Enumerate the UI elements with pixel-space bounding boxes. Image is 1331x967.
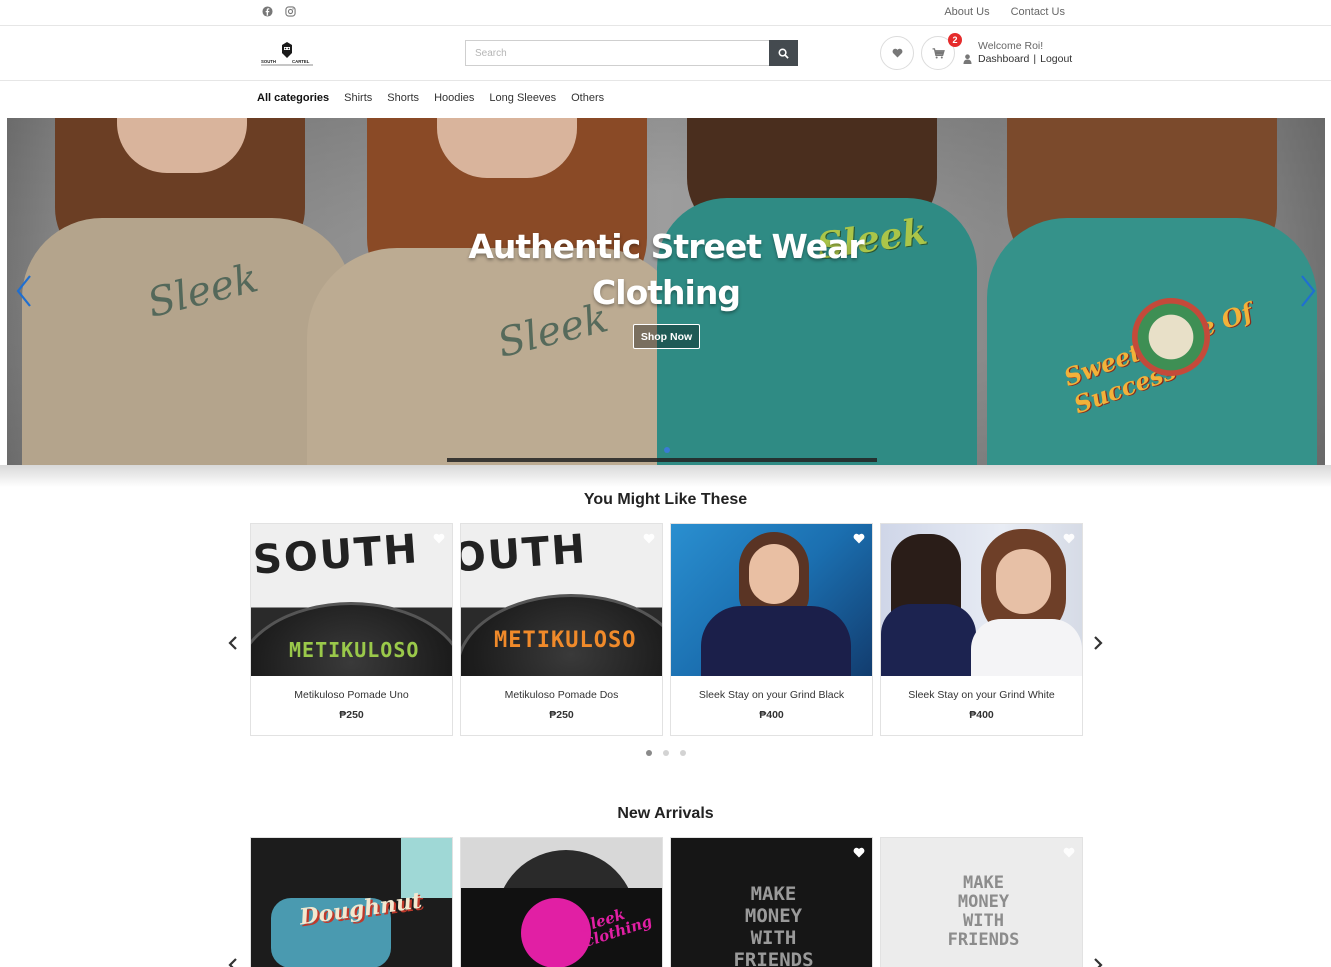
svg-text:SOUTH: SOUTH [261,59,276,64]
category-hoodies[interactable]: Hoodies [434,92,474,104]
product-card[interactable]: Sleek Stay on your Grind White ₱400 [880,523,1083,736]
shop-now-button[interactable]: Shop Now [633,324,700,349]
product-card[interactable]: MAKE MONEY WITH FRIENDS [670,837,873,967]
contact-us-link[interactable]: Contact Us [1011,6,1065,18]
hero-carousel: Sleek Sleek Sleek Sweet Taste Of Success… [7,118,1325,465]
dashboard-link[interactable]: Dashboard [978,53,1029,65]
product-card[interactable]: MAKE MONEY WITH FRIENDS [880,837,1083,967]
product-price: ₱400 [759,709,784,721]
product-name: Metikuloso Pomade Dos [504,689,619,701]
about-us-link[interactable]: About Us [944,6,989,18]
cart-icon [932,47,945,59]
category-shirts[interactable]: Shirts [344,92,372,104]
hero-title-line-1: Authentic Street Wear [468,227,864,266]
heart-icon[interactable] [433,533,445,544]
product-label-text: METIKULOSO [494,628,637,653]
product-label-text: METIKULOSO [289,638,420,662]
product-image: SOUTH METIKULOSO [251,524,452,676]
category-shorts[interactable]: Shorts [387,92,419,104]
social-links [262,6,296,17]
heart-icon [892,48,902,58]
heart-icon[interactable] [643,533,655,544]
product-name: Sleek Stay on your Grind White [908,689,1055,701]
new-arrivals-title: New Arrivals [617,805,714,822]
wishlist-button[interactable] [880,36,914,70]
hero-next-arrow[interactable] [1298,274,1318,308]
hero-shadow [0,465,1331,487]
site-header: SOUTH CARTEL 2 Welcome Roi! Dashboard | … [0,26,1331,81]
brand-logo[interactable]: SOUTH CARTEL [260,42,314,66]
heart-icon[interactable] [853,533,865,544]
product-price: ₱400 [969,709,994,721]
top-bar: About Us Contact Us [0,0,1331,26]
product-price: ₱250 [549,709,574,721]
product-name: Sleek Stay on your Grind Black [698,689,845,701]
product-image: Doughnut [251,838,452,967]
product-price: ₱250 [339,709,364,721]
svg-text:CARTEL: CARTEL [292,59,310,64]
heart-icon[interactable] [1063,533,1075,544]
category-nav: All categories Shirts Shorts Hoodies Lon… [257,92,604,104]
product-name: Metikuloso Pomade Uno [294,689,409,701]
product-print-text: MAKE MONEY WITH FRIENDS [733,883,814,967]
facebook-icon[interactable] [262,6,273,17]
cart-count-badge: 2 [948,33,962,47]
product-image [671,524,872,676]
hero-title-line-2: Clothing [592,273,741,312]
search-button[interactable] [769,40,798,66]
product-card[interactable]: SOUTH METIKULOSO Metikuloso Pomade Dos ₱… [460,523,663,736]
product-card[interactable]: SOUTH METIKULOSO Metikuloso Pomade Uno ₱… [250,523,453,736]
pagination-dot[interactable] [646,750,652,756]
welcome-text: Welcome Roi! [978,40,1044,52]
might-like-next-arrow[interactable] [1092,636,1104,650]
hero-title: Authentic Street Wear Clothing [7,224,1325,316]
search-icon [778,48,789,59]
product-print-text: MAKE MONEY WITH FRIENDS [947,873,1020,950]
heart-icon[interactable] [1063,847,1075,858]
hero-prev-arrow[interactable] [14,274,34,308]
link-separator: | [1033,53,1037,65]
product-image: MAKE MONEY WITH FRIENDS [671,838,872,967]
user-icon [963,54,972,64]
category-all[interactable]: All categories [257,92,329,104]
new-arrivals-prev-arrow[interactable] [227,958,239,967]
hero-slide-indicator[interactable] [664,447,670,453]
product-card[interactable]: Sleek clothing [460,837,663,967]
might-like-prev-arrow[interactable] [227,636,239,650]
product-card[interactable]: Doughnut [250,837,453,967]
pagination-dot[interactable] [663,750,669,756]
might-like-pagination [646,750,686,756]
product-image: SOUTH METIKULOSO [461,524,662,676]
search-input[interactable] [465,40,770,66]
top-links: About Us Contact Us [944,6,1065,18]
new-arrivals-next-arrow[interactable] [1092,958,1104,967]
product-image: MAKE MONEY WITH FRIENDS [881,838,1082,967]
instagram-icon[interactable] [285,6,296,17]
hero-progress-bar [447,458,877,462]
category-long-sleeves[interactable]: Long Sleeves [489,92,556,104]
product-card[interactable]: Sleek Stay on your Grind Black ₱400 [670,523,873,736]
might-like-title: You Might Like These [583,491,748,508]
pagination-dot[interactable] [680,750,686,756]
user-links: Dashboard | Logout [978,53,1072,65]
product-image [881,524,1082,676]
product-image: Sleek clothing [461,838,662,967]
category-others[interactable]: Others [571,92,604,104]
heart-icon[interactable] [853,847,865,858]
logout-link[interactable]: Logout [1040,53,1072,65]
